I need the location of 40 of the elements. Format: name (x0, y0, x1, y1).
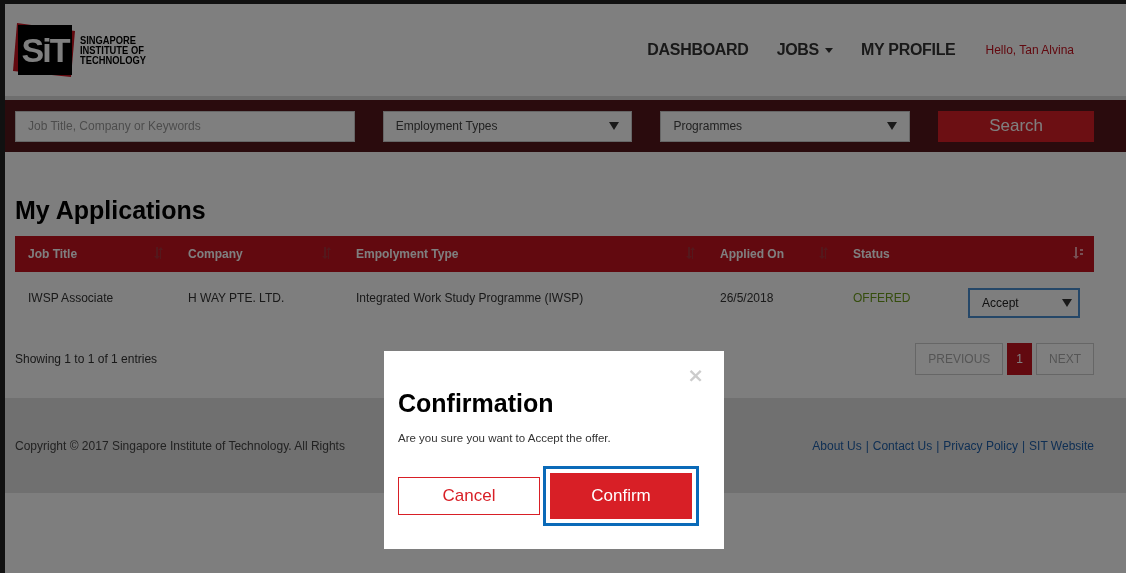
logo-mark: SiT (13, 21, 77, 79)
nav-link[interactable]: DASHBOARD (647, 41, 749, 59)
column-header[interactable]: Status (840, 236, 1094, 272)
caret-icon (1062, 299, 1072, 307)
column-header[interactable]: Company (175, 236, 343, 272)
cancel-button[interactable]: Cancel (398, 477, 540, 515)
entries-info: Showing 1 to 1 of 1 entries (15, 352, 158, 366)
link-separator: | (865, 438, 869, 453)
footer-link[interactable]: Contact Us (872, 438, 933, 453)
user-greeting[interactable]: Hello, Tan Alvina (985, 43, 1074, 57)
link-separator: | (936, 438, 940, 453)
search-button[interactable]: Search (938, 110, 1094, 142)
table-cell: Integrated Work Study Programme (IWSP) (356, 291, 584, 305)
table-cell: 26/5/2018 (720, 291, 774, 305)
footer-link[interactable]: SIT Website (1029, 438, 1094, 453)
dropdown-field[interactable]: Employment Types (382, 110, 633, 142)
page-title: My Applications (15, 196, 207, 226)
footer-link[interactable]: Privacy Policy (943, 438, 1018, 453)
sort-icon[interactable] (1072, 246, 1084, 259)
confirm-button[interactable]: Confirm (543, 466, 699, 526)
link-separator: | (1021, 438, 1026, 453)
dropdown-field[interactable]: Programmes (660, 110, 911, 142)
column-header[interactable]: Job Title (15, 236, 175, 272)
page-button[interactable]: 1 (1007, 343, 1032, 375)
footer-link[interactable]: About Us (812, 438, 862, 453)
column-header[interactable]: Empolyment Type (343, 236, 707, 272)
column-header[interactable]: Applied On (707, 236, 840, 272)
status-text: OFFERED (853, 291, 911, 305)
nav-link[interactable]: MY PROFILE (861, 41, 956, 59)
nav-link[interactable]: JOBS (776, 41, 833, 59)
action-select[interactable]: Accept (968, 288, 1080, 318)
caret-icon (887, 122, 898, 130)
table-cell: IWSP Associate (28, 291, 114, 305)
caret-icon (609, 122, 620, 130)
dialog-title: Confirmation (398, 389, 555, 418)
caret-icon (825, 47, 833, 53)
dialog-message: Are you sure you want to Accept the offer. (398, 432, 612, 444)
copyright-text: Copyright © 2017 Singapore Institute of Technology. All Rights (15, 438, 345, 453)
logo-text: SINGAPORE INSTITUTE OF TECHNOLOGY (80, 35, 146, 65)
table-cell: H WAY PTE. LTD. (188, 291, 285, 305)
